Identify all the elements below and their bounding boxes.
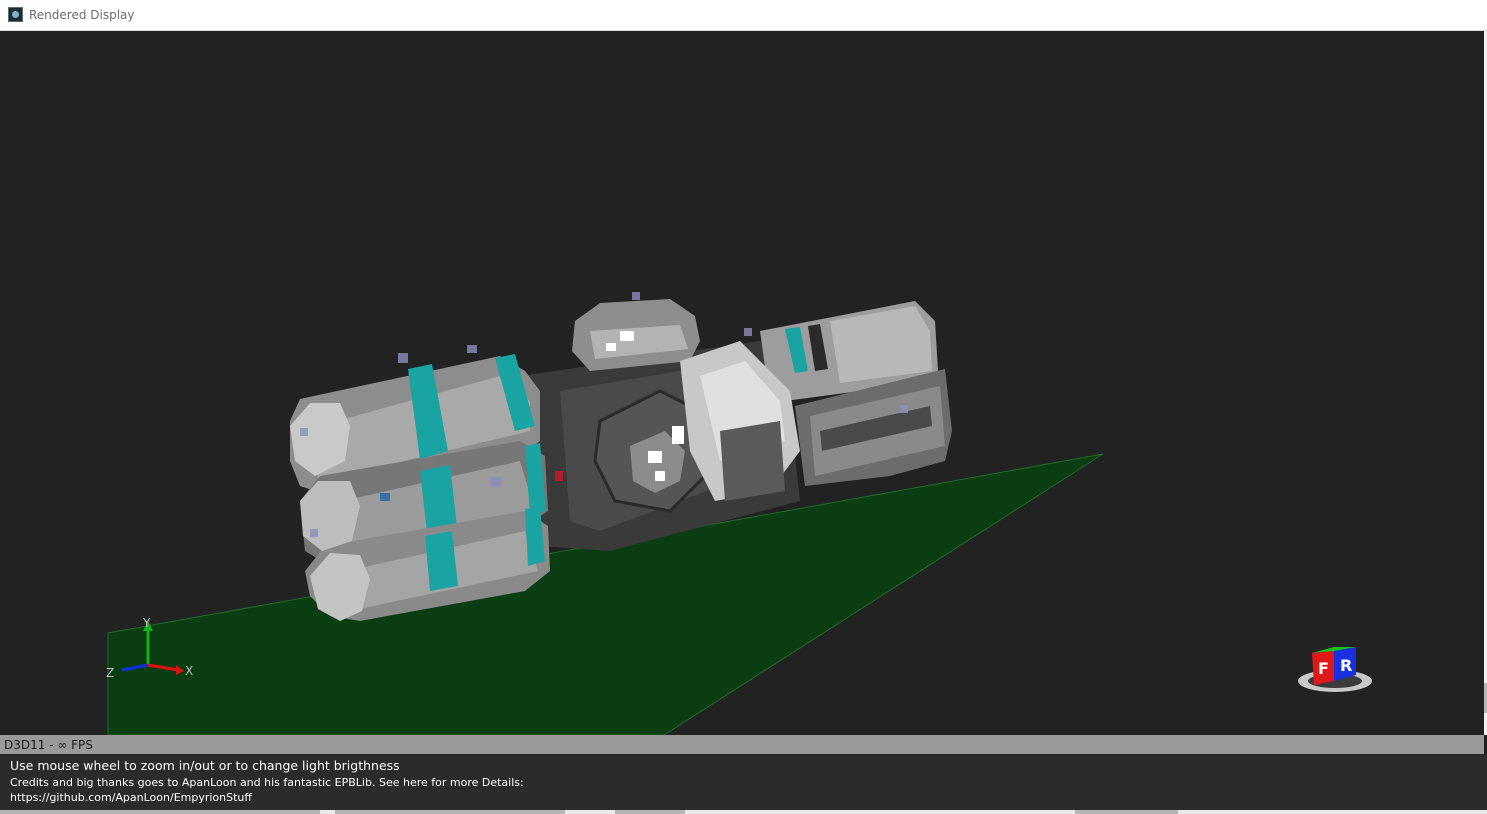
- bottom-seg-1: [0, 810, 320, 814]
- github-link[interactable]: https://github.com/ApanLoon/EmpyrionStuf…: [10, 791, 252, 804]
- info-panel: Use mouse wheel to zoom in/out or to cha…: [0, 754, 1487, 810]
- title-bar[interactable]: Rendered Display: [0, 0, 1487, 31]
- axis-label-y: Y: [142, 616, 151, 630]
- bottom-seg-4: [1075, 810, 1178, 814]
- cube-face-r: R: [1340, 656, 1352, 675]
- bottom-edge: [0, 810, 1487, 814]
- axis-label-z: Z: [106, 666, 114, 680]
- 3d-viewport[interactable]: Y Z X F R: [0, 31, 1484, 735]
- credits-text: Credits and big thanks goes to ApanLoon …: [10, 776, 524, 789]
- rendered-display-window: Rendered Display Y Z X F R D3D11 - ∞ FPS…: [0, 0, 1487, 814]
- zoom-hint: Use mouse wheel to zoom in/out or to cha…: [10, 758, 400, 773]
- status-strip: D3D11 - ∞ FPS: [0, 735, 1484, 754]
- orientation-cube[interactable]: F R: [1298, 647, 1372, 692]
- axis-label-x: X: [185, 664, 193, 678]
- cube-face-f: F: [1318, 659, 1329, 678]
- app-icon: [8, 7, 23, 22]
- window-title: Rendered Display: [29, 8, 135, 22]
- fps-readout: D3D11 - ∞ FPS: [4, 738, 93, 752]
- scene-canvas[interactable]: Y Z X F R: [0, 31, 1484, 735]
- bottom-seg-3: [615, 810, 685, 814]
- bottom-seg-2: [335, 810, 565, 814]
